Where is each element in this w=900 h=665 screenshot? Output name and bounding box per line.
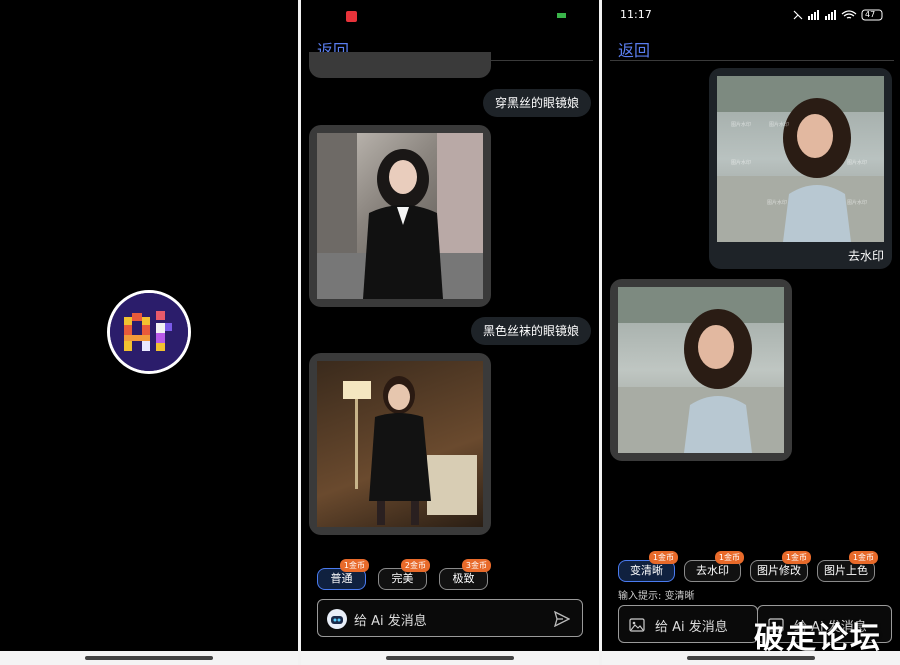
tool-chip-edit-image[interactable]: 图片修改 1金币	[750, 551, 811, 582]
hint-value: 变清晰	[664, 591, 695, 602]
home-indicator[interactable]	[85, 656, 213, 660]
system-nav-bar	[301, 651, 599, 665]
image-upload-icon[interactable]	[629, 618, 645, 632]
message-input[interactable]: 给 Ai 发消息	[317, 599, 583, 637]
status-indicator	[557, 13, 566, 18]
quality-chip-ultimate[interactable]: 极致 3金币	[439, 559, 491, 590]
splash-screen	[0, 0, 298, 665]
robot-avatar-icon	[327, 609, 347, 629]
home-indicator[interactable]	[386, 656, 514, 660]
system-nav-bar	[0, 651, 298, 665]
tool-chip-remove-watermark[interactable]: 去水印 1金币	[684, 551, 744, 582]
system-nav-bar	[602, 651, 900, 665]
ai-logo-icon	[110, 293, 188, 371]
chip-label: 图片修改	[757, 564, 801, 577]
tool-chip-colorize[interactable]: 图片上色 1金币	[817, 551, 878, 582]
message-input[interactable]: 给 Ai 发消息	[618, 605, 758, 643]
result-image[interactable]	[618, 287, 784, 453]
svg-text:图片水印: 图片水印	[769, 121, 789, 128]
coin-badge: 1金币	[848, 551, 878, 564]
chip-label: 变清晰	[630, 564, 663, 577]
input-hint: 输入提示: 变清晰	[618, 587, 695, 602]
svg-text:图片水印: 图片水印	[767, 199, 787, 206]
generated-image[interactable]	[317, 361, 483, 527]
svg-text:图片水印: 图片水印	[847, 159, 867, 166]
coin-badge: 1金币	[781, 551, 811, 564]
coin-badge: 1金币	[339, 559, 369, 572]
chip-label: 普通	[330, 572, 353, 585]
back-button[interactable]: 返回	[618, 37, 650, 61]
status-time: 11:17	[620, 8, 652, 21]
user-message: 穿黑丝的眼镜娘	[482, 89, 591, 117]
chip-label: 极致	[452, 572, 475, 585]
hint-label: 输入提示:	[618, 591, 662, 602]
text-to-image-screen: 返回 穿黑丝的眼镜娘 黑色丝袜的眼镜娘 普通 1金币 完美 2金币 极致 3金币…	[301, 0, 599, 665]
svg-text:图片水印: 图片水印	[731, 121, 751, 128]
app-logo	[107, 290, 191, 374]
tool-chip-enhance[interactable]: 变清晰 1金币	[618, 551, 678, 582]
input-placeholder: 给 Ai 发消息	[354, 614, 427, 629]
previous-image-card[interactable]	[309, 52, 491, 78]
user-message: 黑色丝袜的眼镜娘	[470, 317, 591, 345]
quality-chip-perfect[interactable]: 完美 2金币	[378, 559, 430, 590]
result-image-card[interactable]	[610, 279, 792, 461]
battery-level: 47	[865, 10, 876, 19]
svg-text:图片水印: 图片水印	[731, 159, 751, 166]
home-indicator[interactable]	[687, 656, 815, 660]
coin-badge: 1金币	[714, 551, 744, 564]
header-divider	[610, 60, 894, 61]
generated-image-card[interactable]	[309, 353, 491, 535]
notification-app-icon	[346, 11, 357, 22]
uploaded-image[interactable]: 图片水印 图片水印 图片水印 图片水印 图片水印 图片水印	[717, 76, 884, 242]
svg-text:图片水印: 图片水印	[847, 199, 867, 206]
coin-badge: 1金币	[648, 551, 678, 564]
coin-badge: 3金币	[461, 559, 491, 572]
uploaded-image-message[interactable]: 图片水印 图片水印 图片水印 图片水印 图片水印 图片水印 去水印	[709, 68, 892, 269]
generated-image-card[interactable]	[309, 125, 491, 307]
input-placeholder: 给 Ai 发消息	[655, 620, 728, 635]
chip-label: 完美	[391, 572, 414, 585]
chip-label: 图片上色	[824, 564, 868, 577]
generated-image[interactable]	[317, 133, 483, 299]
image-tools-screen: 11:17 47 返回 图片水印 图片水印 图片水印 图片水印 图片水印 图片水印	[602, 0, 900, 665]
send-icon[interactable]	[554, 611, 570, 627]
coin-badge: 2金币	[400, 559, 430, 572]
chip-label: 去水印	[696, 564, 729, 577]
uploaded-image-caption: 去水印	[847, 249, 884, 263]
quality-chip-normal[interactable]: 普通 1金币	[317, 559, 369, 590]
